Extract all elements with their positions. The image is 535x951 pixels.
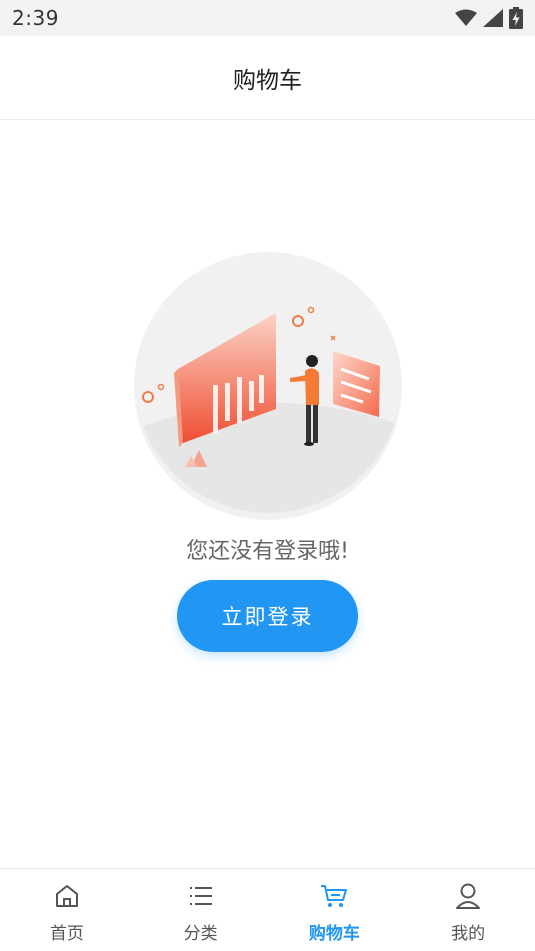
tab-category[interactable]: 分类 [134, 869, 268, 951]
status-time: 2:39 [12, 6, 59, 30]
tab-category-label: 分类 [183, 924, 218, 944]
status-bar: 2:39 [0, 0, 535, 36]
user-icon [453, 881, 483, 911]
cellular-signal-icon [483, 9, 503, 27]
battery-icon [509, 7, 523, 29]
page-title: 购物车 [233, 67, 302, 94]
list-icon [186, 881, 216, 911]
tab-mine-label: 我的 [451, 924, 486, 944]
status-icons [455, 7, 523, 29]
login-button[interactable]: 立即登录 [177, 580, 358, 652]
empty-state-message: 您还没有登录哦! [186, 539, 349, 564]
home-icon [52, 881, 82, 911]
tab-cart[interactable]: 购物车 [268, 869, 402, 951]
empty-state-illustration [133, 251, 403, 521]
cart-icon [319, 881, 349, 911]
bottom-tab-bar: 首页 分类 购物车 我的 [0, 868, 535, 951]
page-header: 购物车 [0, 36, 535, 120]
wifi-icon [455, 9, 477, 26]
tab-home[interactable]: 首页 [0, 869, 134, 951]
tab-mine[interactable]: 我的 [401, 869, 535, 951]
tab-cart-label: 购物车 [308, 924, 360, 944]
tab-home-label: 首页 [49, 924, 84, 944]
